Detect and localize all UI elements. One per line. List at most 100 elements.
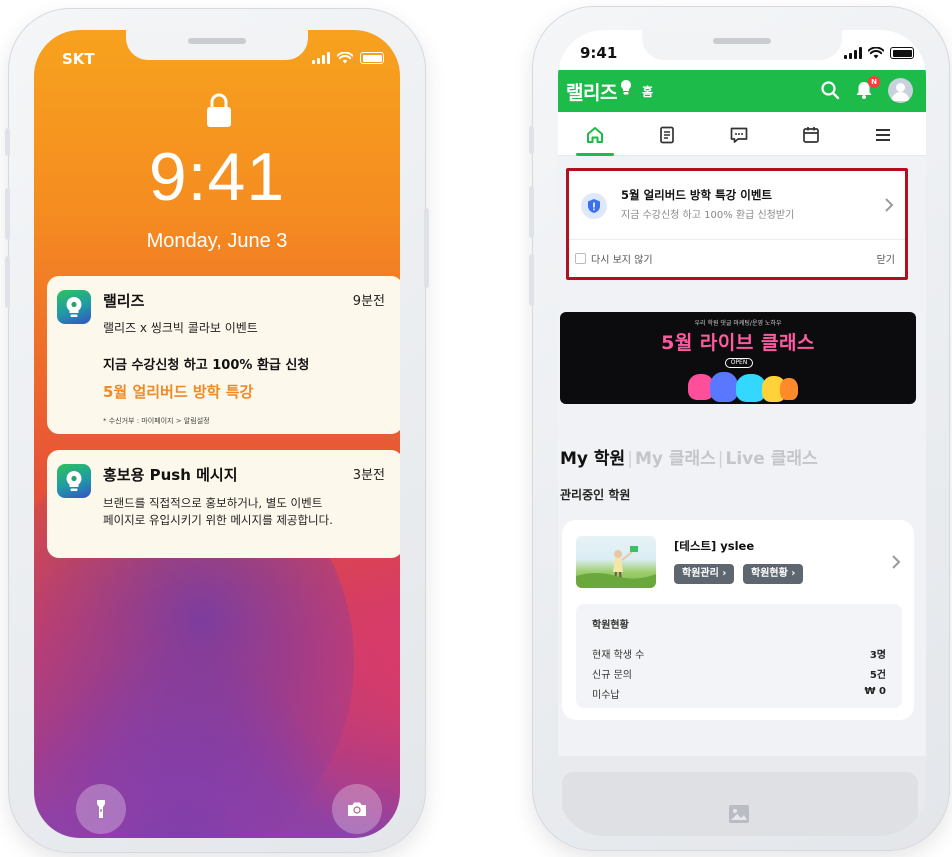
lightbulb-icon [621, 80, 631, 95]
live-class-banner[interactable]: 우리 학원 댓글 마케팅/운영 노하우 5월 라이브 클래스 OPEN [560, 312, 916, 404]
notification-app-name: 랠리즈 [103, 292, 145, 310]
manage-academy-button[interactable]: 학원관리 › [674, 564, 735, 584]
app-icon [57, 290, 91, 324]
notification-body-line: 페이지로 유입시키기 위한 메시지를 제공합니다. [103, 512, 333, 527]
power-button [424, 208, 429, 288]
notification-card[interactable]: 홍보용 Push 메시지 3분전 브랜드를 직접적으로 홍보하거나, 별도 이벤… [47, 450, 400, 558]
academy-thumbnail [576, 536, 656, 588]
notch [126, 30, 308, 60]
academy-name: [테스트] yslee [674, 539, 755, 553]
tab-document[interactable] [630, 112, 704, 156]
notification-time: 3분전 [352, 468, 385, 483]
camera-icon [348, 802, 366, 816]
academy-card[interactable]: [테스트] yslee 학원관리 › 학원현황 › 학원현황 현재 학생 수 3… [562, 520, 914, 720]
lock-date: Monday, June 3 [146, 230, 288, 252]
signal-icon [312, 52, 330, 64]
stat-value: 3명 [869, 650, 886, 661]
tab-my-academy[interactable]: My 학원 [560, 449, 625, 469]
stat-row: 신규 문의 5건 [592, 666, 886, 681]
signal-icon [844, 47, 862, 59]
page-title: 홈 [642, 85, 654, 99]
notification-body: 브랜드를 직접적으로 홍보하거나, 별도 이벤트 페이지로 유입시키기 위한 메… [103, 495, 387, 528]
app-header: 랠리즈 홈 N [558, 70, 926, 112]
calendar-icon [803, 127, 819, 143]
mute-switch [529, 126, 534, 154]
battery-icon [360, 52, 384, 64]
notch [642, 30, 842, 60]
character-illustration [710, 372, 738, 402]
stat-row: 현재 학생 수 3명 [592, 646, 886, 661]
stat-value: ₩ 0 [864, 686, 886, 697]
stat-row: 미수납 ₩ 0 [592, 686, 886, 701]
dont-show-label[interactable]: 다시 보지 않기 [591, 251, 653, 266]
section-tabs: My 학원 | My 클래스 | Live 클래스 [560, 444, 820, 469]
notification-badge: N [868, 76, 880, 88]
lightbulb-icon [66, 471, 82, 491]
home-icon [587, 127, 603, 143]
tab-menu[interactable] [846, 112, 920, 156]
stat-label: 미수납 [592, 690, 620, 701]
user-icon [891, 83, 910, 101]
chevron-right-icon[interactable] [890, 554, 902, 570]
notification-highlight: 5월 얼리버드 방학 특강 [103, 383, 254, 401]
wifi-icon [337, 52, 353, 64]
carrier-label: SKT [62, 50, 95, 68]
tab-live-class[interactable]: Live 클래스 [726, 449, 818, 469]
app-screen: 9:41 랠리즈 홈 N 5월 얼리버드 방학 특강 이벤트 지금 수강신청 하… [558, 30, 926, 836]
info-icon [581, 193, 607, 219]
volume-down-button [529, 254, 534, 306]
stat-label: 현재 학생 수 [592, 650, 645, 661]
academy-status-button[interactable]: 학원현황 › [743, 564, 804, 584]
section-heading: 관리중인 학원 [560, 488, 631, 502]
stage: SKT 9:41 Monday, June 3 랠리즈 9분전 랠리즈 x 씽크… [0, 0, 952, 857]
chat-icon [730, 127, 748, 143]
notification-headline: 지금 수강신청 하고 100% 환급 신청 [103, 358, 310, 373]
volume-up-button [529, 186, 534, 238]
character-illustration [780, 378, 798, 400]
lock-time: 9:41 [148, 139, 286, 215]
mute-switch [5, 128, 10, 156]
camera-button[interactable] [332, 784, 382, 834]
app-icon [57, 464, 91, 498]
tab-home[interactable] [558, 112, 632, 156]
notification-body-line: 브랜드를 직접적으로 홍보하거나, 별도 이벤트 [103, 496, 323, 510]
notification-time: 9분전 [352, 294, 385, 309]
avatar[interactable] [888, 78, 913, 103]
status-time: 9:41 [580, 44, 618, 62]
notification-app-name: 홍보용 Push 메시지 [103, 466, 238, 484]
close-button[interactable]: 닫기 [877, 251, 895, 266]
image-icon [729, 805, 749, 823]
document-icon [660, 126, 674, 144]
event-popup[interactable]: 5월 얼리버드 방학 특강 이벤트 지금 수강신청 하고 100% 환급 신청받… [566, 168, 908, 280]
search-icon[interactable] [820, 80, 840, 100]
tab-calendar[interactable] [774, 112, 848, 156]
flashlight-button[interactable] [76, 784, 126, 834]
notification-subtitle: 랠리즈 x 씽크빅 콜라보 이벤트 [103, 321, 258, 335]
event-subtitle: 지금 수강신청 하고 100% 환급 신청받기 [621, 210, 795, 221]
image-placeholder-card [562, 772, 918, 836]
tab-separator: | [627, 449, 633, 469]
volume-down-button [5, 256, 10, 308]
lightbulb-icon [66, 297, 82, 317]
chevron-right-icon[interactable] [883, 197, 895, 213]
phone-frame-right: 9:41 랠리즈 홈 N 5월 얼리버드 방학 특강 이벤트 지금 수강신청 하… [529, 6, 950, 851]
event-title: 5월 얼리버드 방학 특강 이벤트 [621, 188, 772, 202]
banner-title: 5월 라이브 클래스 [661, 332, 815, 354]
brand-logo[interactable]: 랠리즈 [566, 78, 617, 105]
tab-chat[interactable] [702, 112, 776, 156]
notification-card[interactable]: 랠리즈 9분전 랠리즈 x 씽크빅 콜라보 이벤트 지금 수강신청 하고 100… [47, 276, 400, 434]
notification-footnote: * 수신거부 : 마이페이지 > 알림설정 [103, 417, 210, 425]
tab-bar [558, 112, 926, 156]
banner-caption: 우리 학원 댓글 마케팅/운영 노하우 [694, 320, 782, 327]
banner-badge: OPEN [725, 358, 753, 368]
flashlight-icon [97, 800, 105, 818]
dont-show-checkbox[interactable] [575, 253, 586, 264]
battery-icon [890, 47, 914, 59]
academy-stats: 학원현황 현재 학생 수 3명 신규 문의 5건 미수납 ₩ 0 [576, 604, 902, 708]
phone-frame-left: SKT 9:41 Monday, June 3 랠리즈 9분전 랠리즈 x 씽크… [5, 8, 429, 853]
tab-my-class[interactable]: My 클래스 [635, 449, 716, 469]
volume-up-button [5, 188, 10, 240]
wifi-icon [868, 47, 884, 59]
menu-icon [876, 129, 890, 141]
divider [569, 239, 905, 240]
